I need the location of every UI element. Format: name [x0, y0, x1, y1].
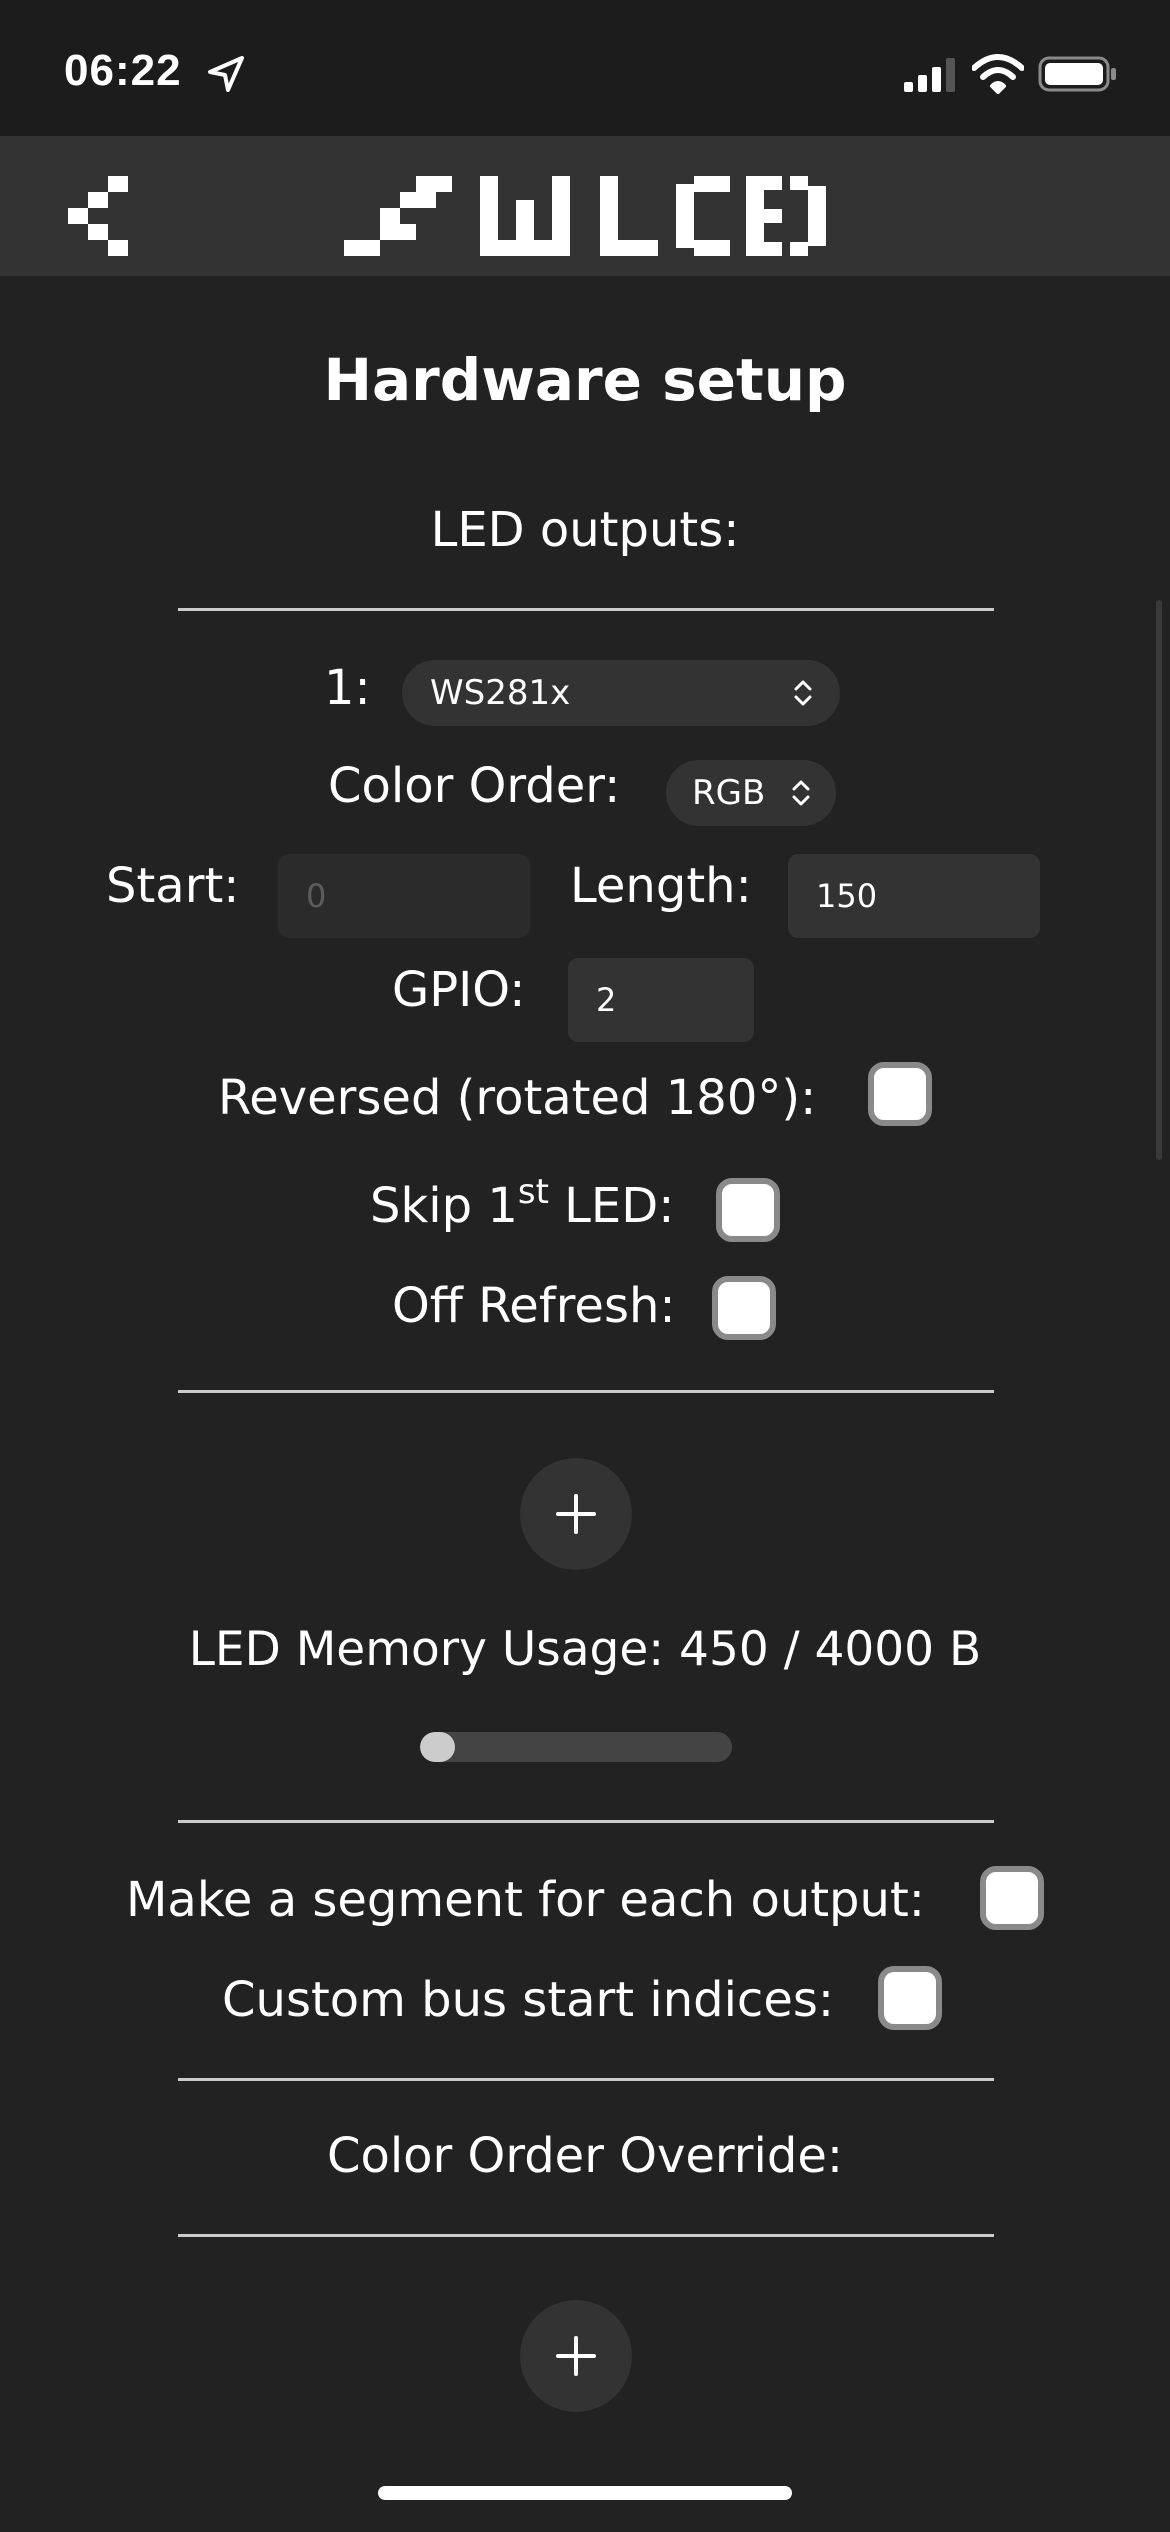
- length-value: 150: [816, 877, 878, 915]
- segment-per-output-label: Make a segment for each output:: [126, 1872, 925, 1928]
- led-type-select[interactable]: WS281x: [402, 660, 840, 726]
- skip-first-led-label: Skip 1st LED:: [370, 1172, 675, 1234]
- gpio-label: GPIO:: [392, 962, 526, 1018]
- app-header: [0, 136, 1170, 276]
- add-color-override-button[interactable]: [520, 2300, 632, 2412]
- color-order-label: Color Order:: [328, 758, 621, 814]
- custom-bus-start-label: Custom bus start indices:: [222, 1972, 835, 2028]
- home-indicator[interactable]: [378, 2486, 792, 2500]
- chevron-left-icon[interactable]: [68, 176, 134, 256]
- reversed-label: Reversed (rotated 180°):: [218, 1070, 817, 1126]
- plus-icon: [556, 2336, 596, 2376]
- led-type-value: WS281x: [430, 673, 571, 713]
- divider: [178, 1390, 994, 1393]
- length-label: Length:: [570, 858, 752, 914]
- scrollbar[interactable]: [1156, 600, 1162, 1160]
- battery-icon: [1038, 56, 1116, 92]
- length-input[interactable]: 150: [788, 854, 1040, 938]
- output-index-label: 1:: [324, 660, 371, 716]
- divider: [178, 608, 994, 611]
- divider: [178, 2234, 994, 2237]
- cellular-signal-icon: [904, 58, 955, 92]
- wifi-icon: [972, 54, 1024, 94]
- off-refresh-label: Off Refresh:: [392, 1278, 676, 1334]
- skip-first-led-checkbox[interactable]: [716, 1178, 780, 1242]
- wled-logo: [344, 176, 826, 256]
- memory-usage-bar: [420, 1732, 732, 1762]
- color-order-override-heading: Color Order Override:: [326, 2128, 844, 2184]
- memory-usage-label: LED Memory Usage: 450 / 4000 B: [188, 1622, 982, 1677]
- custom-bus-start-checkbox[interactable]: [878, 1966, 942, 2030]
- start-label: Start:: [106, 858, 240, 914]
- start-value: 0: [306, 877, 327, 915]
- divider: [178, 2078, 994, 2081]
- color-order-value: RGB: [692, 773, 766, 813]
- segment-per-output-checkbox[interactable]: [980, 1866, 1044, 1930]
- add-output-button[interactable]: [520, 1458, 632, 1570]
- chevron-up-down-icon: [794, 680, 812, 706]
- status-time: 06:22: [64, 46, 182, 95]
- chevron-up-down-icon: [792, 780, 810, 806]
- divider: [178, 1820, 994, 1823]
- page-title: Hardware setup: [323, 346, 847, 414]
- gpio-value: 2: [596, 981, 617, 1019]
- skip-label-superscript: st: [517, 1172, 549, 1212]
- location-arrow-icon: [208, 56, 244, 92]
- skip-label-suffix: LED:: [548, 1178, 675, 1234]
- color-order-select[interactable]: RGB: [666, 760, 836, 826]
- off-refresh-checkbox[interactable]: [712, 1276, 776, 1340]
- reversed-checkbox[interactable]: [868, 1062, 932, 1126]
- memory-usage-fill: [420, 1732, 456, 1762]
- skip-label-text: Skip 1: [370, 1178, 518, 1234]
- gpio-input[interactable]: 2: [568, 958, 754, 1042]
- led-outputs-heading: LED outputs:: [430, 502, 740, 558]
- status-bar: 06:22: [0, 0, 1170, 136]
- plus-icon: [556, 1494, 596, 1534]
- start-input[interactable]: 0: [278, 854, 530, 938]
